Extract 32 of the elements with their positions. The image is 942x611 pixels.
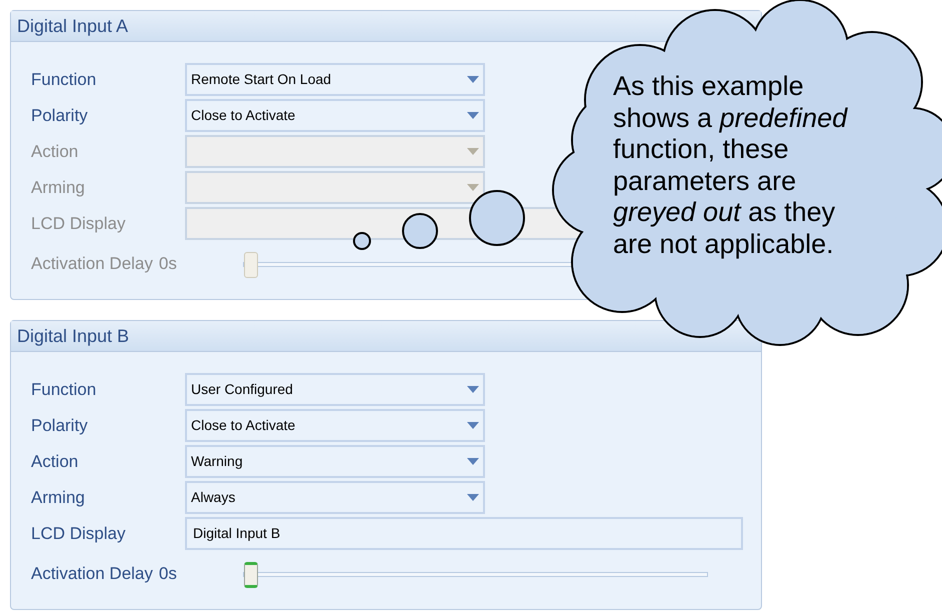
caret-icon <box>467 458 479 465</box>
slider-value: 0s <box>158 253 178 276</box>
dropdown[interactable]: Remote Start On Load <box>185 63 485 96</box>
panel-title: Digital Input A <box>17 14 128 38</box>
caret-icon <box>467 422 479 429</box>
slider-value: 0s <box>158 563 178 586</box>
caret-icon <box>467 112 479 119</box>
field-label: Action <box>31 140 80 163</box>
field-label: Arming <box>31 176 86 199</box>
field-label: Action <box>31 450 80 473</box>
field-label: Function <box>31 68 98 91</box>
slider-thumb[interactable] <box>244 562 258 588</box>
field-label: Activation Delay <box>31 253 153 276</box>
dropdown[interactable]: Close to Activate <box>185 99 485 132</box>
field-label: Polarity <box>31 414 89 437</box>
callout-text: As this example shows a predefined function, these parameters are greyed out as they are not applicable. <box>613 71 849 260</box>
field-label: Arming <box>31 486 86 509</box>
caret-icon <box>467 76 479 83</box>
dropdown[interactable]: Close to Activate <box>185 409 485 442</box>
caret-icon <box>467 386 479 393</box>
panel-title: Digital Input B <box>17 324 130 348</box>
dropdown[interactable]: User Configured <box>185 373 485 406</box>
text-field[interactable]: Digital Input B <box>185 517 743 550</box>
dropdown[interactable]: Always <box>185 481 485 514</box>
dropdown[interactable]: Warning <box>185 445 485 478</box>
field-label: Polarity <box>31 104 89 127</box>
caret-icon <box>467 148 479 155</box>
field-label: Function <box>31 378 98 401</box>
field-label: LCD Display <box>31 212 126 235</box>
caret-icon <box>467 494 479 501</box>
field-label: Activation Delay <box>31 563 153 586</box>
field-label: LCD Display <box>31 522 126 545</box>
